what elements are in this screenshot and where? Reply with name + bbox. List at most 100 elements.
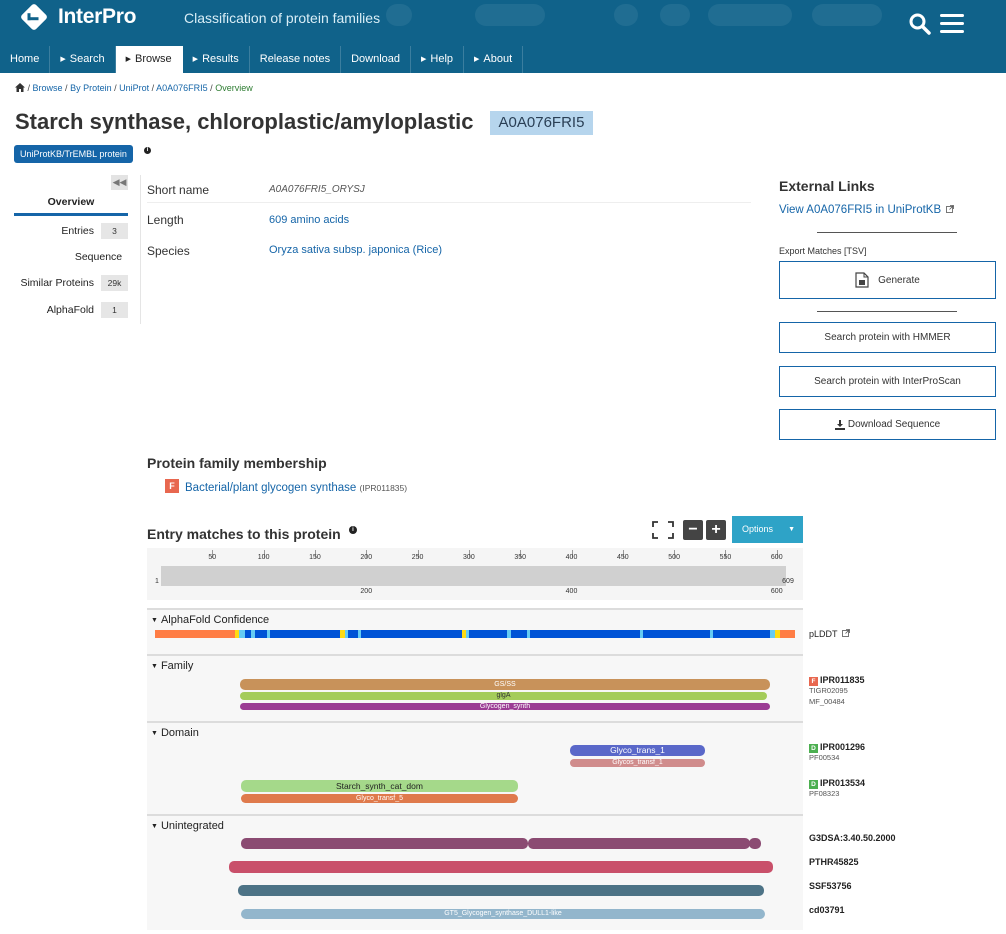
feature-gs-ss[interactable]: GS/SS [240,679,770,690]
entry-matches-title: Entry matches to this protein [147,526,341,542]
feature-starch-synth-cat-dom[interactable]: Starch_synth_cat_dom [241,780,518,792]
member-tigr02095[interactable]: TIGR02095 [809,686,848,695]
tab-overview[interactable]: Overview [14,196,128,216]
nav-search[interactable]: ▶ Search [50,46,116,73]
plddt-track[interactable] [155,630,795,638]
signature-cd03791[interactable]: cd03791 [809,905,845,915]
feature-g3dsa-part3[interactable] [749,838,761,849]
caret-right-icon: ▶ [421,56,427,63]
nav-home[interactable]: Home [0,46,51,73]
zoom-window[interactable] [161,566,786,586]
masthead: InterPro Classification of protein famil… [0,0,1006,73]
ruler-tick-label: 550 [719,554,732,561]
row-divider [147,202,751,203]
member-pf00534[interactable]: PF00534 [809,753,839,762]
search-icon[interactable] [908,12,932,36]
unintegrated-section-toggle[interactable]: ▼ Unintegrated [151,820,224,832]
member-pf08323[interactable]: PF08323 [809,789,839,798]
family-entry-link[interactable]: Bacterial/plant glycogen synthase (IPR01… [185,482,407,494]
interproscan-search-button[interactable]: Search protein with InterProScan [779,366,996,397]
domain-entry-ipr013534[interactable]: D IPR013534 [809,778,865,789]
uniprot-external-link[interactable]: View A0A076FRI5 in UniProtKB [779,204,955,216]
breadcrumb-item[interactable]: A0A076FRI5 [156,83,208,93]
feature-glyco-transf-5[interactable]: Glyco_transf_5 [241,794,518,803]
feature-pthr45825[interactable] [229,861,773,873]
family-entry-ipr011835[interactable]: F IPR011835 [809,675,865,686]
ruler-start: 1 [155,578,159,585]
feature-glycos-transf-1[interactable]: Glycos_transf_1 [570,759,705,767]
main-nav: Home ▶ Search ▶ Browse ▶ Results Release notes D… [0,46,524,73]
alphafold-section-toggle[interactable]: ▼ AlphaFold Confidence [151,614,269,626]
breadcrumb-item[interactable]: By Protein [70,83,112,93]
interpro-logo[interactable]: InterPro [19,2,136,32]
overview-tick-label: 600 [770,588,783,595]
tab-sequence[interactable]: Sequence [14,249,128,265]
nav-results[interactable]: ▶ Results [183,46,250,73]
plddt-link[interactable]: pLDDT [809,629,850,639]
breadcrumb-item[interactable]: Browse [33,83,63,93]
collapse-sidebar-button[interactable]: ◀◀ [111,175,128,190]
download-sequence-button[interactable]: Download Sequence [779,409,996,440]
ruler-tick-label: 400 [565,554,578,561]
sequence-ruler[interactable]: 50 100 150 200 250 300 350 400 450 500 550 600 1 60… [147,548,803,600]
caret-right-icon: ▶ [125,56,131,63]
options-dropdown[interactable]: Options ▼ [732,516,803,543]
signature-ssf53756[interactable]: SSF53756 [809,881,852,891]
generate-button[interactable]: Generate [779,261,996,299]
caret-down-icon: ▼ [151,730,158,737]
breadcrumb-current: Overview [215,83,253,93]
home-icon[interactable] [15,83,25,92]
signature-pthr45825[interactable]: PTHR45825 [809,857,859,867]
feature-ssf53756[interactable] [238,885,764,896]
fullscreen-icon[interactable] [652,521,674,539]
feature-cd03791[interactable]: GT5_Glycogen_synthase_DULL1-like [241,909,765,919]
breadcrumb-item[interactable]: UniProt [119,83,149,93]
feature-glycogen-synth[interactable]: Glycogen_synth [240,703,770,710]
species-link[interactable]: Oryza sativa subsp. japonica (Rice) [269,244,442,256]
zoom-in-button[interactable]: + [706,520,726,540]
zoom-out-button[interactable]: − [683,520,703,540]
family-membership-title: Protein family membership [147,455,327,471]
ruler-tick-label: 450 [616,554,629,561]
ruler-tick-label: 250 [411,554,424,561]
nav-release-notes[interactable]: Release notes [250,46,342,73]
species-label: Species [147,244,190,258]
feature-g3dsa-part2[interactable] [528,838,750,849]
feature-glyco-trans-1[interactable]: Glyco_trans_1 [570,745,705,756]
feature-g3dsa-part1[interactable] [241,838,528,849]
tab-alphafold[interactable]: AlphaFold 1 [14,302,128,318]
nav-help[interactable]: ▶ Help [411,46,465,73]
uniprot-link-text[interactable]: View A0A076FRI5 in UniProtKB [779,204,941,216]
member-mf00484[interactable]: MF_00484 [809,697,845,706]
ruler-tick-label: 500 [668,554,680,561]
database-badge[interactable]: UniProtKB/TrEMBL protein [14,145,133,163]
nav-browse[interactable]: ▶ Browse [115,46,183,73]
ruler-tick-label: 100 [257,554,270,561]
feature-glga[interactable]: glgA [240,692,767,700]
domain-entry-ipr001296[interactable]: D IPR001296 [809,742,865,753]
overview-tick-label: 400 [565,588,578,595]
length-label: Length [147,213,184,227]
domain-section: ▼ Domain Glyco_trans_1 Glycos_transf_1 St… [147,721,803,814]
caret-right-icon: ▶ [474,56,480,63]
hamburger-menu-icon[interactable] [940,14,964,34]
family-name[interactable]: Bacterial/plant glycogen synthase [185,482,356,494]
count-badge: 3 [101,223,128,239]
domain-section-toggle[interactable]: ▼ Domain [151,727,199,739]
overview-tick-label: 200 [360,588,373,595]
caret-down-icon: ▼ [151,823,158,830]
info-icon[interactable]: i [144,147,151,154]
length-link[interactable]: 609 amino acids [269,214,349,226]
interpro-logo-icon [19,2,49,32]
tab-entries[interactable]: Entries 3 [14,223,128,239]
external-links-title: External Links [779,178,875,194]
nav-download[interactable]: Download [341,46,411,73]
family-accession: (IPR011835) [359,483,408,493]
hmmer-search-button[interactable]: Search protein with HMMER [779,322,996,353]
info-icon[interactable]: i [349,526,357,534]
nav-about[interactable]: ▶ About [464,46,524,73]
external-link-icon [946,205,955,213]
family-section-toggle[interactable]: ▼ Family [151,660,193,672]
signature-g3dsa[interactable]: G3DSA:3.40.50.2000 [809,833,896,843]
tab-similar-proteins[interactable]: Similar Proteins 29k [14,275,128,291]
